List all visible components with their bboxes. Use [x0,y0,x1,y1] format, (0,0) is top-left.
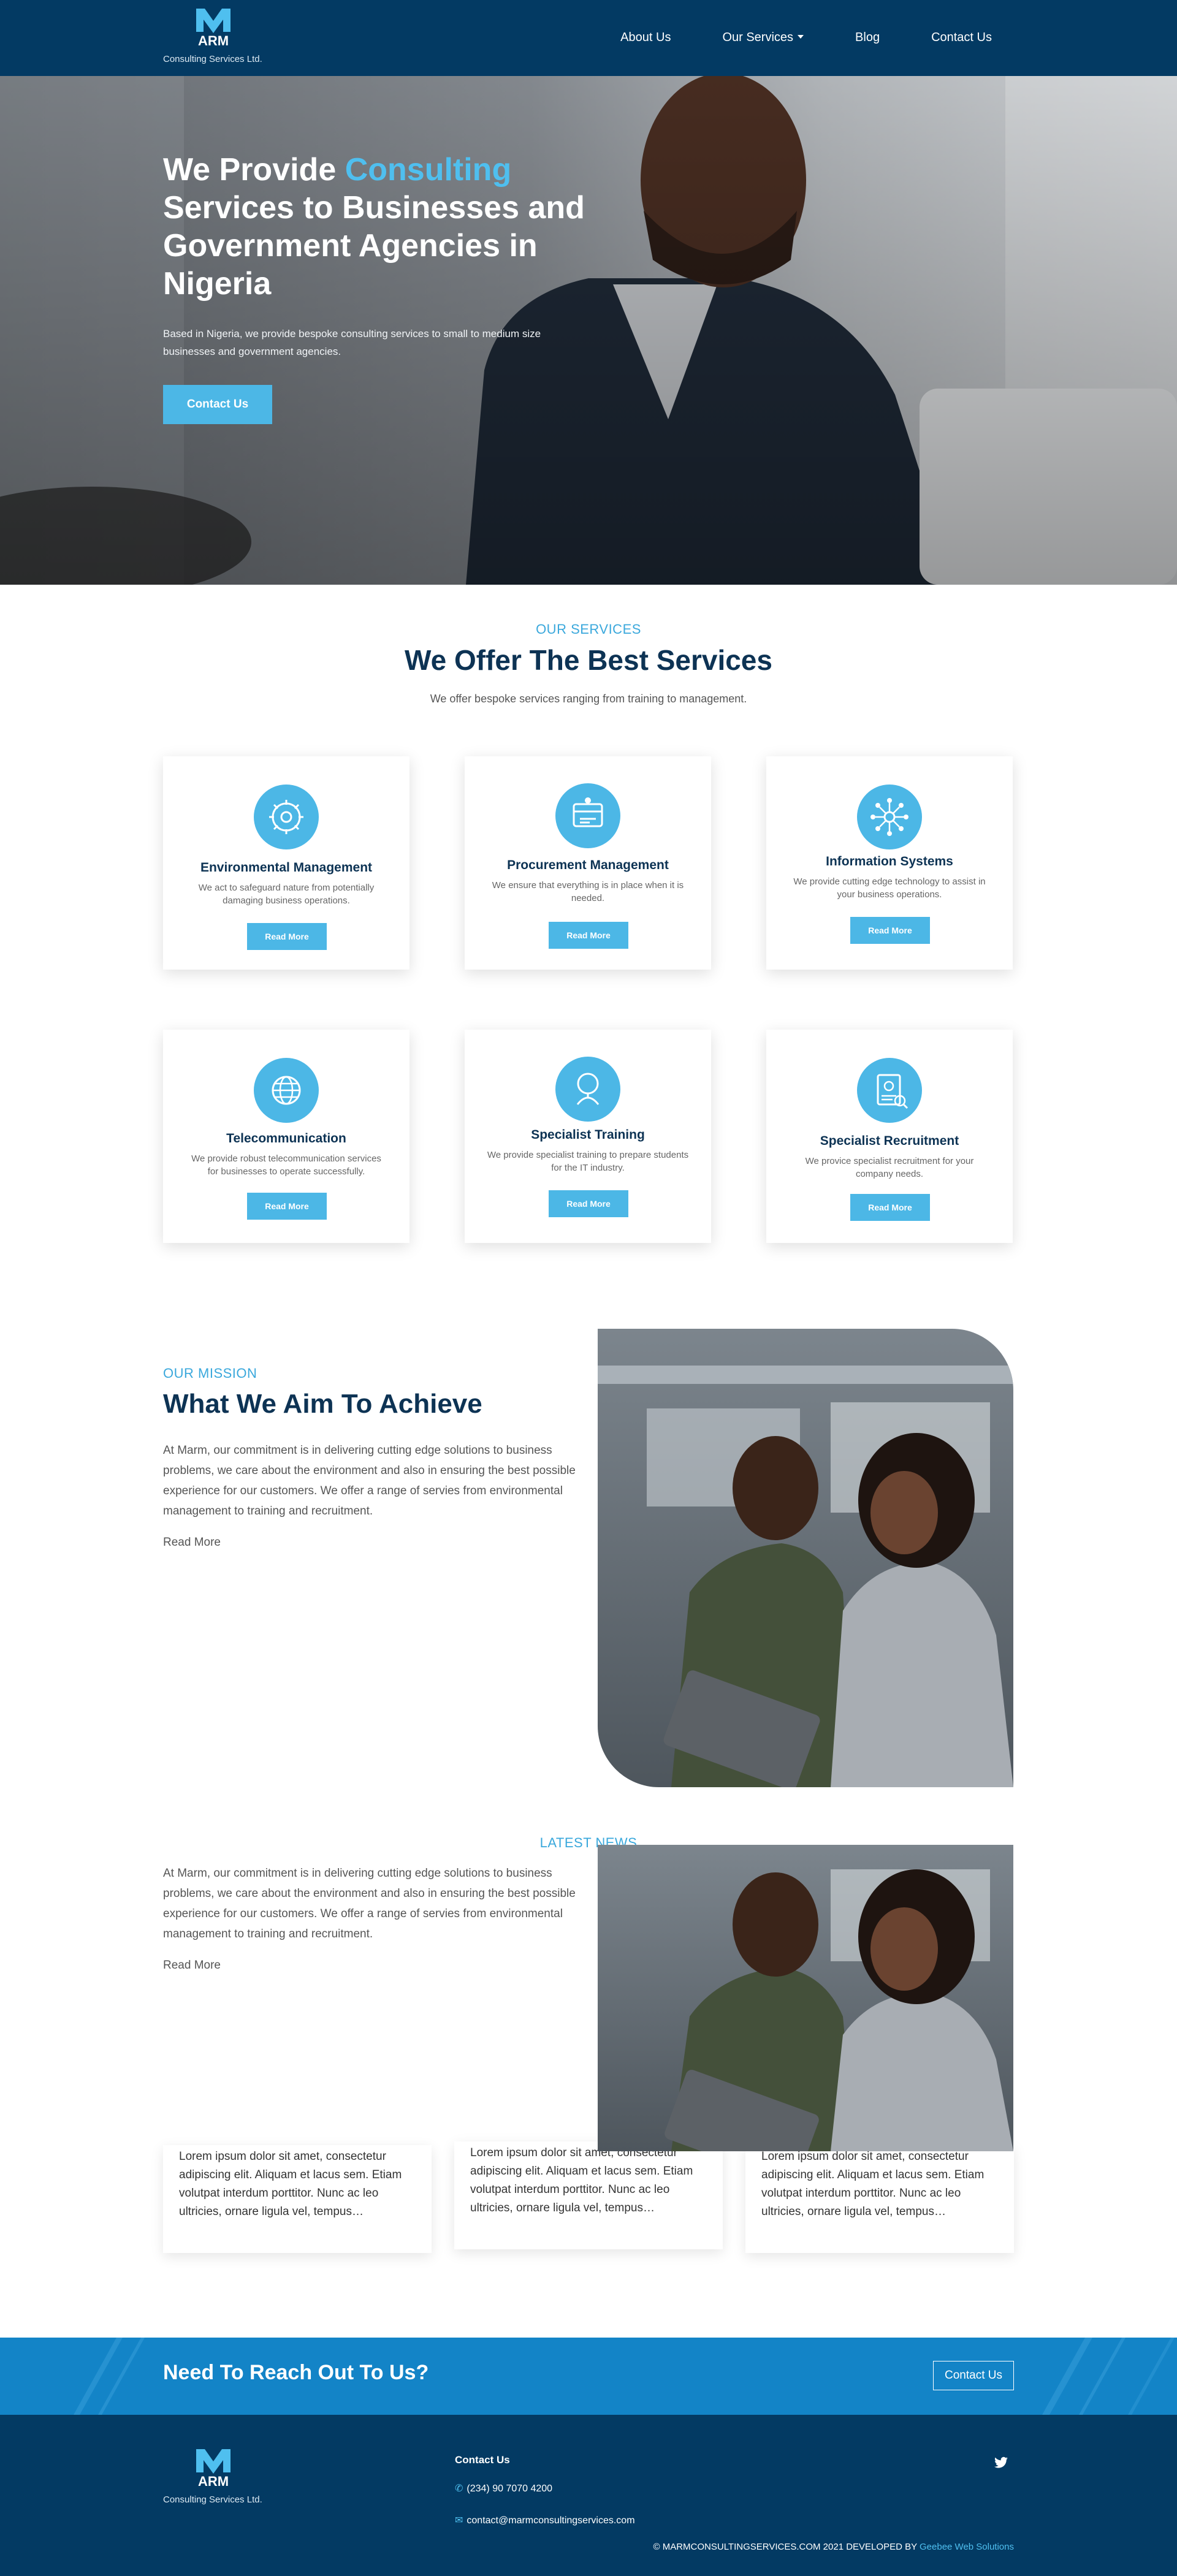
card-text: We provide specialist training to prepar… [487,1150,689,1173]
read-more-button[interactable]: Read More [850,1194,930,1221]
service-card-environmental: Environmental Management We act to safeg… [163,756,409,970]
hero-title: We Provide Consulting Services to Busine… [163,151,604,303]
news-card[interactable]: Lorem ipsum dolor sit amet, consectetur … [163,2145,432,2253]
nav-links: About Us Our Services Blog Contact Us [569,31,992,45]
logo-mark-icon: ARM [196,9,230,47]
mail-icon: ✉ [455,2515,463,2526]
read-more-button[interactable]: Read More [247,923,327,950]
mission-read-more-link[interactable]: Read More [163,1536,221,1549]
read-more-button[interactable]: Read More [549,1190,628,1217]
footer-email[interactable]: ✉ contact@marmconsultingservices.com [455,2514,635,2526]
mission-text: At Marm, our commitment is in delivering… [163,1444,576,1518]
services-eyebrow: OUR SERVICES [536,621,641,637]
office-team-photo [598,1329,1013,1787]
nav-about-us[interactable]: About Us [620,31,671,45]
card-title: Specialist Recruitment [820,1134,959,1148]
resume-icon [857,1058,922,1123]
hero-title-accent: Consulting [345,152,512,188]
card-text: We provide cutting edge technology to as… [793,876,986,900]
news-excerpt: Lorem ipsum dolor sit amet, consectetur … [179,2150,402,2218]
hero-subtitle: Based in Nigeria, we provide bespoke con… [163,328,541,357]
hero-section: We Provide Consulting Services to Busine… [0,76,1177,585]
news-excerpt: Lorem ipsum dolor sit amet, consectetur … [761,2150,985,2218]
logo-letters: ARM [198,2474,229,2487]
twitter-icon[interactable] [994,2456,1008,2469]
services-subtitle: We offer bespoke services ranging from t… [430,693,747,705]
copyright-text: © MARMCONSULTINGSERVICES.COM 2021 DEVELO… [653,2542,920,2552]
footer-logo-subtitle: Consulting Services Ltd. [163,2494,262,2505]
service-card-information-systems: Information Systems We provide cutting e… [766,756,1013,970]
card-text: We provide robust telecommunication serv… [191,1153,381,1177]
logo-mark-icon: ARM [196,2449,230,2487]
card-title: Telecommunication [226,1131,346,1146]
office-team-photo [598,1845,1013,2151]
mission-eyebrow: OUR MISSION [163,1366,257,1381]
footer-phone-text: (234) 90 7070 4200 [467,2483,553,2494]
footer-email-text: contact@marmconsultingservices.com [467,2515,635,2526]
mission-text-duplicate: At Marm, our commitment is in delivering… [163,1867,576,1940]
hero-title-post: Services to Businesses and Government Ag… [163,190,585,302]
hero-contact-button[interactable]: Contact Us [163,385,272,424]
cta-contact-button[interactable]: Contact Us [933,2361,1014,2390]
nav-contact-us[interactable]: Contact Us [931,31,992,45]
services-title: We Offer The Best Services [405,644,772,676]
footer: ARM Consulting Services Ltd. Contact Us … [0,2415,1177,2576]
nav-our-services[interactable]: Our Services [722,31,804,45]
mission-read-more-duplicate-link[interactable]: Read More [163,1959,221,1972]
developer-link[interactable]: Geebee Web Solutions [920,2542,1014,2552]
network-icon [857,785,922,849]
footer-phone[interactable]: ✆ (234) 90 7070 4200 [455,2482,552,2494]
site-logo[interactable]: ARM Consulting Services Ltd. [163,9,267,70]
caret-down-icon [798,35,804,39]
mission-photo-duplicate [598,1845,1013,2151]
logo-letters: ARM [198,33,229,47]
phone-icon: ✆ [455,2483,463,2494]
news-card[interactable]: Lorem ipsum dolor sit amet, consectetur … [454,2141,723,2249]
read-more-button[interactable]: Read More [850,917,930,944]
procurement-icon [555,783,620,848]
news-excerpt: Lorem ipsum dolor sit amet, consectetur … [470,2146,693,2214]
card-title: Environmental Management [200,861,373,875]
cta-title: Need To Reach Out To Us? [163,2361,429,2384]
footer-copyright: © MARMCONSULTINGSERVICES.COM 2021 DEVELO… [653,2542,1014,2552]
mission-title: What We Aim To Achieve [163,1389,482,1419]
footer-contact-heading: Contact Us [455,2454,510,2466]
top-navbar: ARM Consulting Services Ltd. About Us Ou… [0,0,1177,76]
service-card-specialist-training: Specialist Training We provide specialis… [465,1030,711,1243]
hero-title-pre: We Provide [163,152,345,188]
card-title: Procurement Management [507,858,669,872]
nav-blog[interactable]: Blog [855,31,880,45]
service-card-procurement: Procurement Management We ensure that ev… [465,756,711,970]
read-more-button[interactable]: Read More [549,922,628,949]
logo-subtitle: Consulting Services Ltd. [163,54,262,64]
read-more-button[interactable]: Read More [247,1193,327,1220]
footer-logo[interactable]: ARM Consulting Services Ltd. [163,2449,267,2510]
card-text: We ensure that everything is in place wh… [492,880,684,903]
gear-icon [254,785,319,849]
service-card-telecommunication: Telecommunication We provide robust tele… [163,1030,409,1243]
card-title: Information Systems [826,854,953,868]
card-title: Specialist Training [531,1128,645,1142]
nav-our-services-label: Our Services [722,31,794,44]
contact-banner: Need To Reach Out To Us? Contact Us [0,2338,1177,2415]
globe-icon [254,1058,319,1123]
service-card-specialist-recruitment: Specialist Recruitment We provice specia… [766,1030,1013,1243]
trainer-icon [555,1057,620,1122]
news-card[interactable]: Lorem ipsum dolor sit amet, consectetur … [745,2145,1014,2253]
mission-photo [598,1329,1013,1787]
card-text: We act to safeguard nature from potentia… [198,883,375,906]
card-text: We provice specialist recruitment for yo… [805,1156,974,1179]
